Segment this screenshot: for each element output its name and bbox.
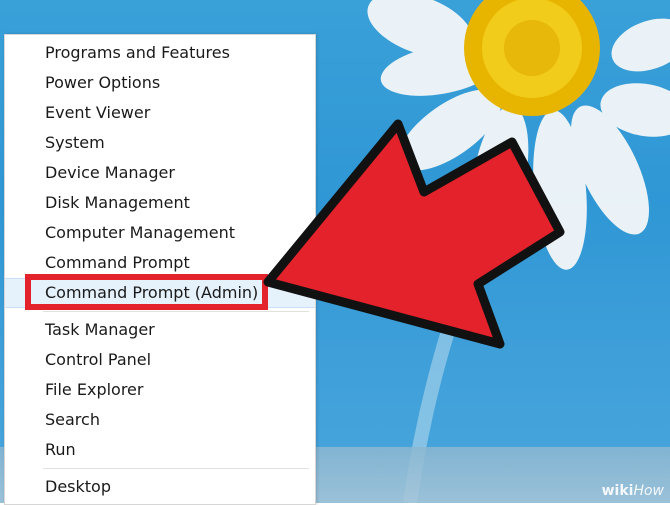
menu-item-file-explorer[interactable]: File Explorer (5, 376, 315, 404)
menu-item-system[interactable]: System (5, 129, 315, 157)
menu-item-label: Disk Management (45, 193, 190, 212)
menu-separator (43, 468, 309, 469)
menu-item-run[interactable]: Run (5, 436, 315, 464)
highlight-box (25, 274, 268, 310)
menu-item-label: Power Options (45, 73, 161, 92)
menu-item-power-options[interactable]: Power Options (5, 69, 315, 97)
menu-item-computer-management[interactable]: Computer Management (5, 219, 315, 247)
menu-item-disk-management[interactable]: Disk Management (5, 189, 315, 217)
menu-item-label: Event Viewer (45, 103, 151, 122)
menu-item-control-panel[interactable]: Control Panel (5, 346, 315, 374)
menu-item-event-viewer[interactable]: Event Viewer (5, 99, 315, 127)
menu-item-label: System (45, 133, 105, 152)
menu-item-label: Desktop (45, 477, 111, 496)
menu-item-label: Search (45, 410, 100, 429)
menu-item-programs-and-features[interactable]: Programs and Features (5, 39, 315, 67)
menu-item-label: Task Manager (45, 320, 155, 339)
menu-separator (43, 311, 309, 312)
menu-item-label: Device Manager (45, 163, 175, 182)
menu-item-task-manager[interactable]: Task Manager (5, 316, 315, 344)
menu-item-label: Programs and Features (45, 43, 230, 62)
menu-item-desktop[interactable]: Desktop (5, 473, 315, 501)
menu-item-label: Command Prompt (45, 253, 190, 272)
power-user-menu: Programs and Features Power Options Even… (4, 34, 316, 505)
menu-item-label: Run (45, 440, 76, 459)
watermark-how: How (633, 483, 664, 499)
menu-item-label: Control Panel (45, 350, 152, 369)
menu-item-search[interactable]: Search (5, 406, 315, 434)
menu-item-device-manager[interactable]: Device Manager (5, 159, 315, 187)
menu-item-label: File Explorer (45, 380, 144, 399)
menu-item-command-prompt[interactable]: Command Prompt (5, 249, 315, 277)
menu-item-label: Computer Management (45, 223, 236, 242)
watermark-wiki: wiki (601, 483, 634, 499)
wikihow-watermark: wikiHow (602, 483, 664, 499)
